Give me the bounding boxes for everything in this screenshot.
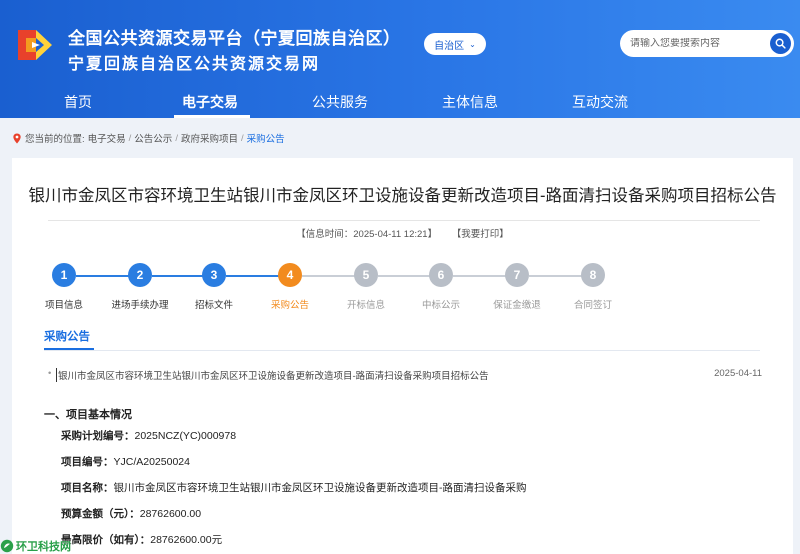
chevron-down-icon: ⌄ — [469, 39, 476, 49]
step-5-circle[interactable]: 5 — [354, 263, 378, 287]
notice-card: 银川市金凤区市容环境卫生站银川市金凤区环卫设施设备更新改造项目-路面清扫设备采购… — [12, 158, 793, 554]
list-item-date: 2025-04-11 — [714, 368, 762, 379]
nav-item-public-service[interactable]: 公共服务 — [312, 92, 368, 112]
search-input[interactable] — [630, 38, 762, 49]
breadcrumb-separator: / — [175, 132, 178, 144]
section-heading: 一、项目基本情况 — [44, 409, 132, 421]
field-label: 项目名称： — [61, 482, 114, 494]
breadcrumb-item-e-trading[interactable]: 电子交易 — [88, 131, 126, 145]
step-7-label[interactable]: 保证金缴退 — [477, 297, 557, 311]
step-6-label[interactable]: 中标公示 — [401, 297, 481, 311]
site-header: 全国公共资源交易平台（宁夏回族自治区） 宁夏回族自治区公共资源交易网 自治区 ⌄… — [0, 0, 800, 118]
breadcrumb-item-current[interactable]: 采购公告 — [247, 131, 285, 145]
field-label: 项目编号： — [61, 456, 114, 468]
tab-active-indicator — [44, 348, 94, 350]
step-2-circle[interactable]: 2 — [128, 263, 152, 287]
nav-item-home[interactable]: 首页 — [64, 92, 92, 112]
step-4-circle[interactable]: 4 — [278, 263, 302, 287]
tab-procurement-notice[interactable]: 采购公告 — [44, 328, 90, 344]
field-value: YJC/A20250024 — [113, 456, 190, 468]
step-2-label[interactable]: 进场手续办理 — [100, 297, 180, 311]
watermark-text: 环卫科技网 — [16, 541, 71, 553]
breadcrumb-separator: / — [240, 132, 244, 144]
nav-item-entity-info[interactable]: 主体信息 — [442, 92, 498, 112]
main-nav: 首页 电子交易 公共服务 主体信息 互动交流 — [0, 84, 800, 118]
step-3-label[interactable]: 招标文件 — [174, 297, 254, 311]
nav-item-interaction[interactable]: 互动交流 — [572, 92, 628, 112]
title-divider — [48, 220, 760, 221]
region-select[interactable]: 自治区 ⌄ — [424, 33, 486, 55]
location-pin-icon — [13, 132, 21, 144]
nav-active-indicator — [174, 115, 250, 118]
field-label: 采购计划编号： — [61, 430, 135, 442]
field-project-name: 项目名称：银川市金凤区市容环境卫生站银川市金凤区环卫设施设备更新改造项目-路面清… — [61, 480, 527, 495]
breadcrumb: 您当前的位置: 电子交易 / 公告公示 / 政府采购项目 / 采购公告 — [12, 131, 285, 145]
list-item-title[interactable]: 银川市金凤区市容环境卫生站银川市金凤区环卫设施设备更新改造项目-路面清扫设备采购… — [56, 368, 489, 382]
field-value: 银川市金凤区市容环境卫生站银川市金凤区环卫设施设备更新改造项目-路面清扫设备采购 — [113, 482, 527, 494]
notice-title: 银川市金凤区市容环境卫生站银川市金凤区环卫设施设备更新改造项目-路面清扫设备采购… — [28, 187, 777, 205]
field-budget: 预算金额（元）：28762600.00 — [61, 506, 201, 521]
step-7-circle[interactable]: 7 — [505, 263, 529, 287]
breadcrumb-prefix: 您当前的位置: — [25, 134, 85, 145]
field-value: 28762600.00 — [139, 508, 202, 520]
nav-item-e-trading[interactable]: 电子交易 — [182, 92, 238, 112]
info-time: 【信息时间：2025-04-11 12:21】 — [296, 229, 438, 240]
step-6-circle[interactable]: 6 — [429, 263, 453, 287]
step-1-circle[interactable]: 1 — [52, 263, 76, 287]
step-3-circle[interactable]: 3 — [202, 263, 226, 287]
site-subtitle: 宁夏回族自治区公共资源交易网 — [68, 54, 321, 73]
field-value: 28762600.00元 — [150, 534, 223, 546]
breadcrumb-item-gov-procurement[interactable]: 政府采购项目 — [181, 131, 238, 145]
step-8-label[interactable]: 合同签订 — [553, 297, 633, 311]
breadcrumb-separator: / — [128, 132, 132, 144]
field-value: 2025NCZ(YC)000978 — [134, 430, 237, 442]
notice-meta: 【信息时间：2025-04-11 12:21】 【我要打印】 — [12, 226, 793, 240]
field-label: 最高限价（如有）： — [61, 534, 151, 546]
field-label: 预算金额（元）： — [61, 508, 140, 520]
region-select-value: 自治区 — [434, 40, 465, 52]
field-max-price: 最高限价（如有）：28762600.00元 — [61, 532, 222, 547]
site-logo-icon[interactable] — [14, 24, 56, 66]
step-4-label[interactable]: 采购公告 — [250, 297, 330, 311]
step-5-label[interactable]: 开标信息 — [326, 297, 406, 311]
field-project-number: 项目编号：YJC/A20250024 — [61, 454, 190, 469]
step-8-circle[interactable]: 8 — [581, 263, 605, 287]
field-plan-number: 采购计划编号：2025NCZ(YC)000978 — [61, 428, 236, 443]
watermark-logo-icon — [0, 539, 14, 553]
search-box — [620, 30, 794, 57]
breadcrumb-item-announcements[interactable]: 公告公示 — [134, 131, 172, 145]
search-icon — [775, 38, 786, 49]
print-link[interactable]: 【我要打印】 — [452, 229, 509, 240]
search-button[interactable] — [770, 33, 791, 54]
step-1-label[interactable]: 项目信息 — [24, 297, 104, 311]
platform-title: 全国公共资源交易平台（宁夏回族自治区） — [68, 29, 401, 49]
watermark: 环卫科技网 — [0, 538, 71, 554]
section-divider — [44, 350, 760, 351]
bullet-icon: • — [48, 368, 52, 379]
